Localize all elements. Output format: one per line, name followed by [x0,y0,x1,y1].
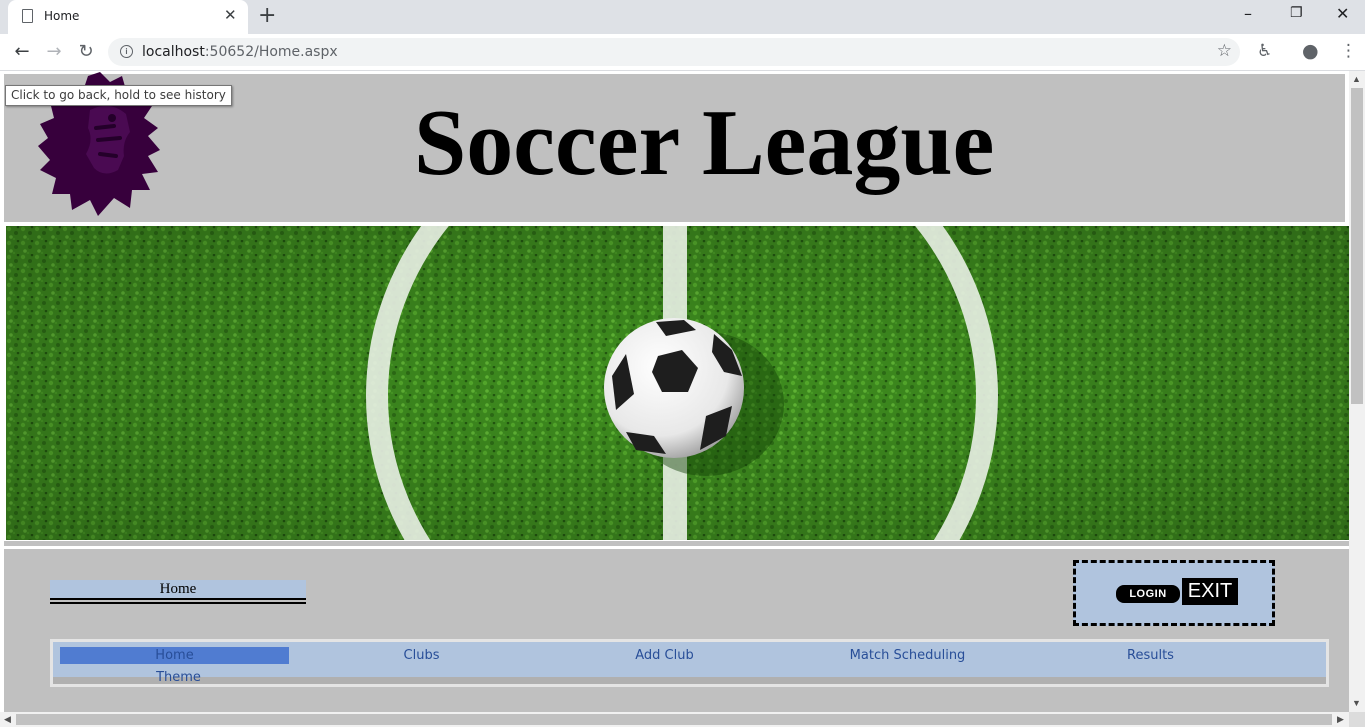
browser-toolbar: ← → ↻ i localhost:50652/Home.aspx ☆ ♿ ● … [0,34,1365,70]
soccer-field-image [6,226,1349,540]
url-text[interactable]: localhost:50652/Home.aspx [142,44,338,60]
main-menu: Home Clubs Add Club Match Scheduling Res… [50,639,1329,687]
reload-icon[interactable]: ↻ [72,40,100,64]
breadcrumb: Home [50,580,306,598]
auth-panel: LOGIN EXIT [1073,560,1275,626]
site-info-icon[interactable]: i [120,45,133,58]
page-icon [22,9,33,23]
tab-strip: Home ✕ + – ❐ ✕ [0,0,1365,34]
restore-window-icon[interactable]: ❐ [1290,5,1303,21]
breadcrumb-underline [50,598,306,600]
horizontal-scrollbar[interactable]: ◀ ▶ [0,712,1349,727]
menu-item-clubs[interactable]: Clubs [307,647,536,664]
close-window-icon[interactable]: ✕ [1336,4,1349,23]
bookmark-star-icon[interactable]: ☆ [1217,41,1232,61]
back-button-tooltip: Click to go back, hold to see history [5,85,232,106]
login-button[interactable]: LOGIN [1116,585,1180,603]
close-tab-icon[interactable]: ✕ [224,6,237,24]
hero-banner [6,226,1349,540]
profile-avatar-icon[interactable]: ● [1302,40,1319,62]
scroll-right-icon[interactable]: ▶ [1337,714,1344,725]
address-bar[interactable]: i localhost:50652/Home.aspx ☆ [108,38,1240,66]
browser-tab-home[interactable]: Home ✕ [8,0,248,34]
menu-item-theme[interactable]: Theme [64,669,293,686]
scroll-up-icon[interactable]: ▲ [1352,74,1361,84]
tab-title: Home [44,9,80,23]
scroll-down-icon[interactable]: ▼ [1352,698,1361,708]
page-viewport: Soccer League Home LOGIN EXIT Home Clubs… [0,71,1349,712]
divider-bar [4,541,1349,546]
horizontal-scroll-thumb[interactable] [16,714,1332,725]
menu-kebab-icon[interactable]: ⋮ [1340,41,1357,61]
forward-icon[interactable]: → [40,40,68,64]
minimize-window-icon[interactable]: – [1244,4,1252,23]
menu-item-home[interactable]: Home [60,647,289,664]
exit-button[interactable]: EXIT [1182,578,1238,605]
accessibility-icon[interactable]: ♿ [1257,41,1272,61]
vertical-scroll-thumb[interactable] [1351,88,1363,404]
back-icon[interactable]: ← [8,40,36,64]
content-panel: Home LOGIN EXIT Home Clubs Add Club Matc… [4,549,1349,712]
site-title: Soccer League [414,91,995,195]
new-tab-icon[interactable]: + [258,3,276,28]
scrollbar-corner [1349,712,1365,727]
scroll-left-icon[interactable]: ◀ [4,714,11,725]
menu-item-results[interactable]: Results [1036,647,1265,664]
menu-item-add-club[interactable]: Add Club [550,647,779,664]
vertical-scrollbar[interactable]: ▲ ▼ [1349,71,1365,712]
menu-item-match-scheduling[interactable]: Match Scheduling [793,647,1022,664]
breadcrumb-underline [50,602,306,604]
